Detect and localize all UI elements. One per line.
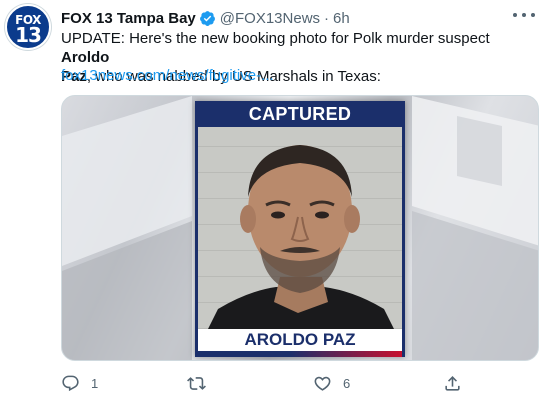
share-icon <box>445 375 460 391</box>
article-link[interactable]: fox13news.com/news/fugitive-... <box>61 66 274 85</box>
handle[interactable]: @FOX13News <box>220 10 320 27</box>
retweet-button[interactable] <box>187 372 217 394</box>
captured-banner: CAPTURED <box>198 101 402 127</box>
timestamp[interactable]: 6h <box>333 10 350 27</box>
suspect-name-label: AROLDO PAZ <box>198 329 402 351</box>
display-name[interactable]: FOX 13 Tampa Bay <box>61 10 196 27</box>
separator-dot: · <box>324 9 330 27</box>
more-icon[interactable] <box>513 6 535 24</box>
tweet[interactable]: FOX 13 FOX 13 Tampa Bay @FOX13News · 6h … <box>0 0 547 400</box>
verified-badge-icon <box>199 10 215 26</box>
reply-button[interactable]: 1 <box>61 372 98 394</box>
color-stripe <box>198 351 402 357</box>
avatar-text-line2: 13 <box>15 23 42 47</box>
reply-count: 1 <box>91 375 99 391</box>
like-icon <box>314 376 331 391</box>
mugshot-photo <box>198 127 402 329</box>
media-image[interactable]: CAPTURED AROLDO PAZ <box>61 95 539 361</box>
like-count: 6 <box>343 375 351 391</box>
tweet-text-part1: UPDATE: Here's the new booking photo for… <box>61 30 490 47</box>
reply-icon <box>62 375 79 391</box>
avatar[interactable]: FOX 13 <box>5 4 51 50</box>
share-button[interactable] <box>443 372 462 394</box>
action-bar: 1 6 <box>61 372 531 394</box>
mugshot-card: CAPTURED AROLDO PAZ <box>195 101 405 357</box>
tweet-text-bold-first-name: Aroldo <box>61 49 110 66</box>
tweet-header: FOX 13 Tampa Bay @FOX13News · 6h <box>61 7 350 29</box>
retweet-icon <box>187 376 206 390</box>
like-button[interactable]: 6 <box>313 372 350 394</box>
